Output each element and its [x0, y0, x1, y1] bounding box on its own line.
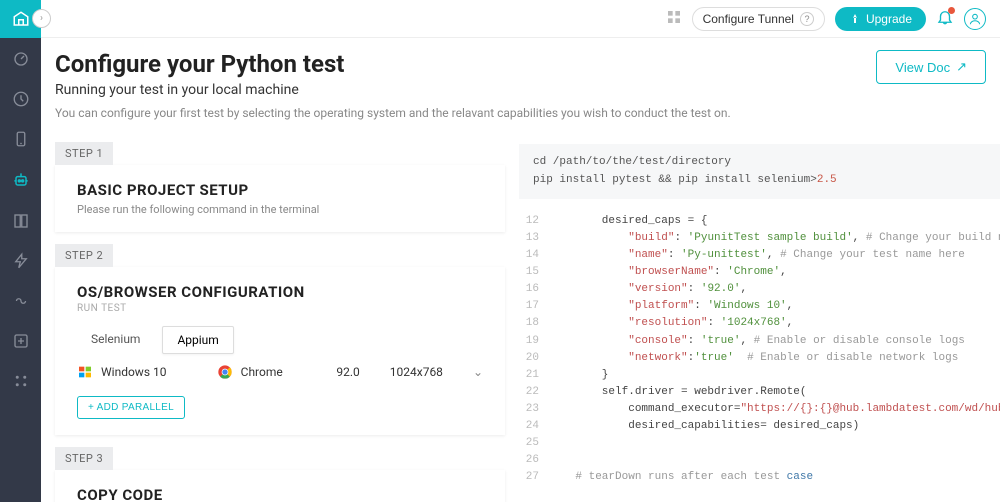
chevron-down-icon: ⌄	[473, 365, 483, 379]
config-row[interactable]: Windows 10 Chrome 92.0 1024x768 ⌄	[77, 354, 483, 390]
upgrade-label: Upgrade	[866, 12, 912, 26]
step1-sub: Please run the following command in the …	[77, 203, 483, 216]
sidebar-mobile-icon[interactable]	[12, 130, 30, 148]
sidebar-bolt-icon[interactable]	[12, 252, 30, 270]
version-label: 92.0	[336, 365, 359, 379]
terminal-snippet: cd /path/to/the/test/directory pip insta…	[519, 144, 1000, 199]
page-header: Configure your Python test Running your …	[41, 38, 1000, 130]
sidebar-realtime-icon[interactable]	[12, 90, 30, 108]
os-label: Windows 10	[101, 365, 166, 379]
avatar-icon[interactable]	[964, 8, 986, 30]
sidebar-dashboard-icon[interactable]	[12, 50, 30, 68]
notification-dot	[948, 7, 955, 14]
sidebar-more-icon[interactable]	[12, 372, 30, 390]
code-line: 15 "browserName": 'Chrome',	[519, 264, 1000, 281]
sidebar-infinity-icon[interactable]	[12, 292, 30, 310]
step1-title: BASIC PROJECT SETUP	[77, 181, 483, 199]
code-line: 20 "network":'true' # Enable or disable …	[519, 350, 1000, 367]
tab-selenium[interactable]: Selenium	[77, 326, 154, 354]
add-parallel-button[interactable]: + ADD PARALLEL	[77, 396, 185, 419]
code-line: 25	[519, 435, 1000, 452]
view-doc-button[interactable]: View Doc ↗	[876, 50, 986, 84]
windows-icon	[77, 364, 93, 380]
code-line: 17 "platform": 'Windows 10',	[519, 298, 1000, 315]
chrome-icon	[217, 364, 233, 380]
upgrade-button[interactable]: Upgrade	[835, 7, 926, 31]
code-line: 12 desired_caps = {	[519, 213, 1000, 230]
code-line: 27 # tearDown runs after each test case	[519, 469, 1000, 486]
code-line: 18 "resolution": '1024x768',	[519, 315, 1000, 332]
sidebar-automation-icon[interactable]	[11, 170, 31, 190]
framework-tabs: Selenium Appium	[77, 326, 483, 354]
code-line: 26	[519, 452, 1000, 469]
step3-label: STEP 3	[55, 447, 113, 470]
step1-label: STEP 1	[55, 142, 113, 165]
code-line: 24 desired_capabilities= desired_caps)	[519, 418, 1000, 435]
help-icon: ?	[800, 12, 814, 26]
configure-tunnel-label: Configure Tunnel	[703, 12, 794, 26]
browser-label: Chrome	[241, 365, 283, 379]
code-line: 14 "name": 'Py-unittest', # Change your …	[519, 247, 1000, 264]
page-description: You can configure your first test by sel…	[55, 106, 986, 120]
step2-title: OS/BROWSER CONFIGURATION	[77, 283, 483, 301]
notifications-icon[interactable]	[936, 8, 954, 30]
main-content: Configure your Python test Running your …	[41, 38, 1000, 502]
rocket-icon	[849, 13, 861, 25]
code-snippet: ⧉ 12 desired_caps = {13 "build": 'Pyunit…	[519, 213, 1000, 486]
configure-tunnel-button[interactable]: Configure Tunnel ?	[692, 7, 825, 31]
term-line-1: cd /path/to/the/test/directory	[533, 154, 1000, 172]
step1-card: BASIC PROJECT SETUP Please run the follo…	[55, 165, 505, 232]
code-line: 16 "version": '92.0',	[519, 281, 1000, 298]
page-subtitle: Running your test in your local machine	[55, 82, 344, 98]
code-line: 23 command_executor="https://{}:{}@hub.l…	[519, 401, 1000, 418]
step2-label: STEP 2	[55, 244, 113, 267]
step2-sub: RUN TEST	[77, 303, 483, 314]
step3-title: COPY CODE	[77, 486, 483, 502]
code-line: 21 }	[519, 367, 1000, 384]
apps-grid-icon[interactable]	[666, 9, 682, 29]
step3-card: COPY CODE Copy the code to your code edi…	[55, 470, 505, 502]
code-line: 13 "build": 'PyunitTest sample build', #…	[519, 230, 1000, 247]
sidebar-layout-icon[interactable]	[12, 212, 30, 230]
code-line: 19 "console": 'true', # Enable or disabl…	[519, 333, 1000, 350]
resolution-label: 1024x768	[390, 365, 443, 379]
sidebar-expand-icon[interactable]: ›	[32, 9, 51, 28]
code-line: 22 self.driver = webdriver.Remote(	[519, 384, 1000, 401]
term-line-2: pip install pytest && pip install seleni…	[533, 172, 1000, 190]
topbar: › Configure Tunnel ? Upgrade	[0, 0, 1000, 38]
external-link-icon: ↗	[956, 59, 967, 75]
view-doc-label: View Doc	[895, 60, 950, 75]
tab-appium[interactable]: Appium	[162, 326, 233, 354]
step2-card: OS/BROWSER CONFIGURATION RUN TEST Seleni…	[55, 267, 505, 435]
page-title: Configure your Python test	[55, 50, 344, 78]
sidebar-add-icon[interactable]	[12, 332, 30, 350]
sidebar	[0, 38, 41, 502]
